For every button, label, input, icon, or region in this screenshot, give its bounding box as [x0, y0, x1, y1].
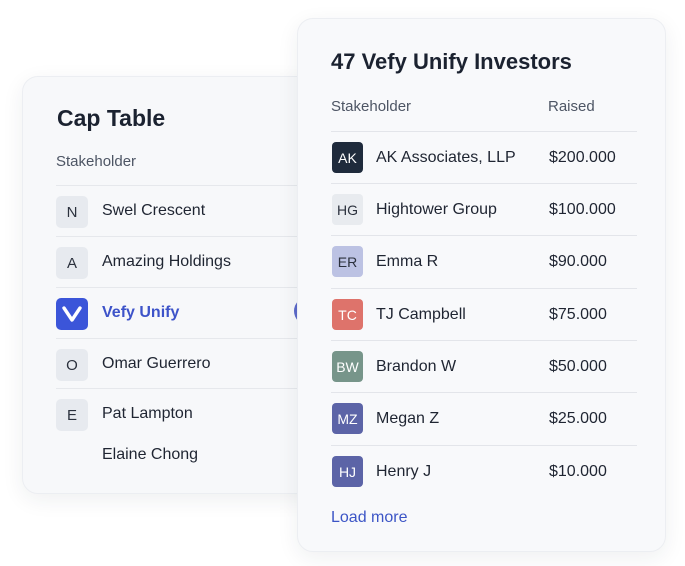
raised-amount: $75.000 [549, 306, 607, 323]
investor-name: TJ Campbell [376, 306, 466, 323]
avatar: HG [332, 194, 363, 225]
avatar: MZ [332, 403, 363, 434]
investor-name: Emma R [376, 253, 439, 270]
avatar: TC [332, 299, 363, 330]
initial-badge: E [56, 399, 88, 431]
stakeholder-column-header: Stakeholder [331, 98, 412, 115]
stakeholder-name: Swel Crescent [102, 202, 206, 219]
investors-title: 47 Vefy Unify Investors [331, 49, 572, 74]
raised-column-header: Raised [548, 98, 595, 115]
cap-row-amazing-holdings[interactable]: A Amazing Holdings [56, 236, 326, 286]
investor-name: Brandon W [376, 358, 457, 375]
vefy-logo-icon [56, 298, 88, 330]
investor-row[interactable]: HG Hightower Group $100.000 [331, 183, 637, 235]
initial-badge: A [56, 247, 88, 279]
raised-amount: $25.000 [549, 410, 607, 427]
investor-row[interactable]: AK AK Associates, LLP $200.000 [331, 131, 637, 183]
raised-amount: $200.000 [549, 149, 616, 166]
cap-table-card: Cap Table Stakeholder N Swel Crescent A … [22, 76, 326, 494]
initial-badge: O [56, 349, 88, 381]
avatar: HJ [332, 456, 363, 487]
avatar: AK [332, 142, 363, 173]
investor-name: AK Associates, LLP [376, 149, 516, 166]
cap-row-omar-guerrero[interactable]: O Omar Guerrero [56, 338, 326, 388]
cap-row-pat-lampton[interactable]: E Pat Lampton [56, 388, 326, 438]
raised-amount: $100.000 [549, 201, 616, 218]
raised-amount: $90.000 [549, 253, 607, 270]
raised-amount: $10.000 [549, 463, 607, 480]
stakeholder-name: Omar Guerrero [102, 355, 211, 372]
raised-amount: $50.000 [549, 358, 607, 375]
initial-badge: N [56, 196, 88, 228]
investor-name: Henry J [376, 463, 432, 480]
investor-row[interactable]: TC TJ Campbell $75.000 [331, 288, 637, 340]
investor-row[interactable]: HJ Henry J $10.000 [331, 445, 637, 497]
investor-row[interactable]: ER Emma R $90.000 [331, 235, 637, 287]
cap-row-swel-crescent[interactable]: N Swel Crescent [56, 185, 326, 235]
stakeholder-name-elaine-chong[interactable]: Elaine Chong [102, 446, 198, 464]
investor-name: Megan Z [376, 410, 440, 427]
stakeholder-column-header: Stakeholder [56, 153, 137, 170]
avatar: ER [332, 246, 363, 277]
load-more-link[interactable]: Load more [331, 509, 408, 527]
investors-card: 47 Vefy Unify Investors Stakeholder Rais… [297, 18, 666, 552]
investor-row[interactable]: MZ Megan Z $25.000 [331, 392, 637, 444]
cap-table-title: Cap Table [57, 105, 166, 131]
investor-row[interactable]: BW Brandon W $50.000 [331, 340, 637, 392]
avatar: BW [332, 351, 363, 382]
stakeholder-name: Pat Lampton [102, 405, 193, 422]
stakeholder-name-selected: Vefy Unify [102, 304, 180, 321]
investor-name: Hightower Group [376, 201, 497, 218]
stakeholder-name: Amazing Holdings [102, 253, 231, 270]
cap-row-vefy-unify[interactable]: Vefy Unify [56, 287, 326, 337]
